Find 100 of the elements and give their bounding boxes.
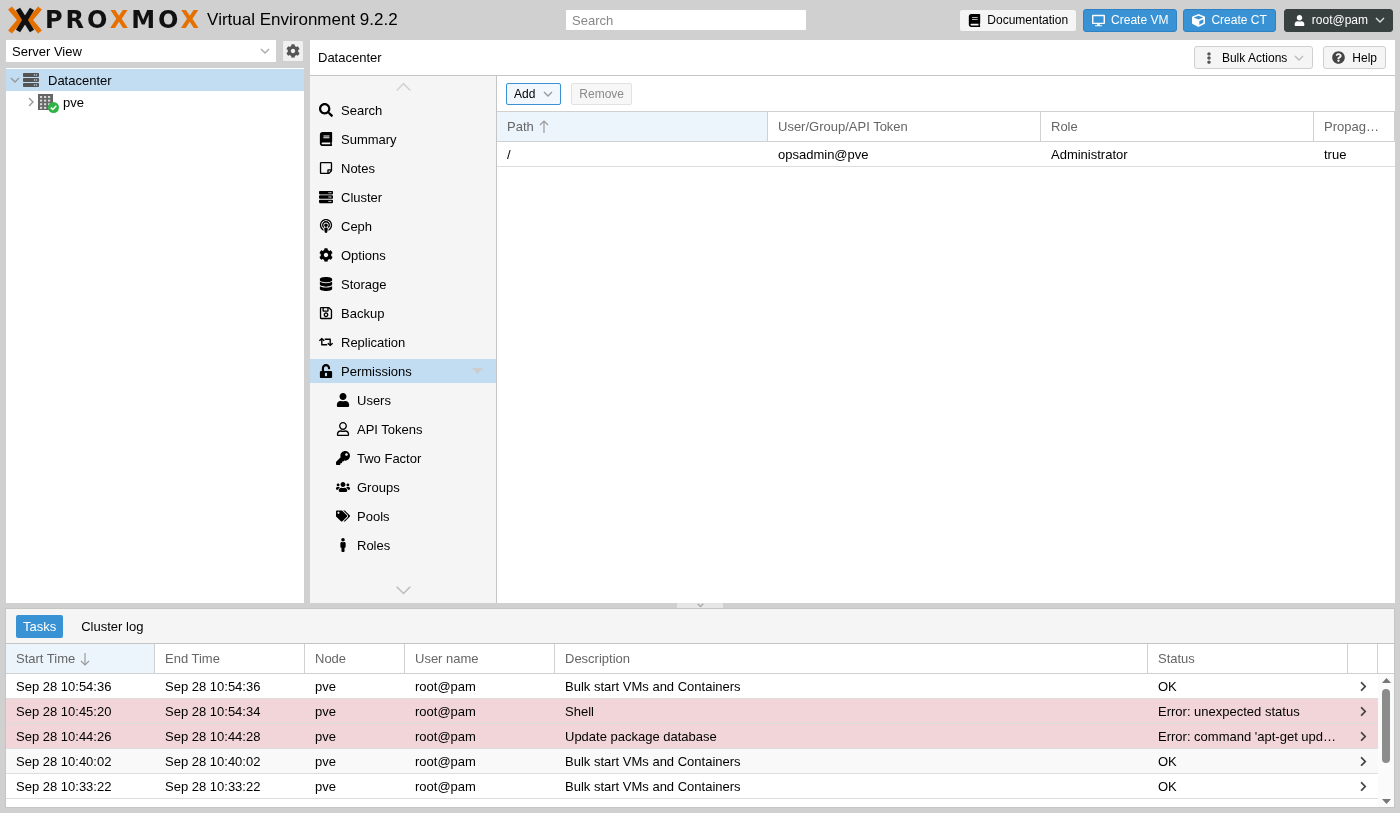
chevron-down-icon: [1294, 54, 1305, 61]
table-cell-text: Sep 28 10:40:02: [15, 752, 113, 771]
table-cell-text: OK: [1157, 677, 1178, 696]
table-cell-text: root@pam: [414, 727, 477, 746]
table-cell-text: Bulk start VMs and Containers: [564, 752, 742, 771]
help-button[interactable]: Help: [1323, 46, 1386, 69]
tree-item[interactable]: pve: [6, 91, 304, 113]
tags-icon: [336, 509, 350, 523]
caret-right-icon[interactable]: [28, 97, 34, 107]
table-cell-text: Error: command 'apt-get upd…: [1157, 727, 1338, 746]
view-select[interactable]: Server View: [6, 40, 276, 62]
nav-item[interactable]: Options: [310, 243, 496, 267]
table-cell-text: OK: [1157, 777, 1178, 796]
chevron-down-icon: [260, 48, 270, 54]
nav-item[interactable]: Permissions: [310, 359, 496, 383]
nav-item[interactable]: Two Factor: [310, 446, 496, 470]
table-cell-text: Update package database: [564, 727, 718, 746]
logo-wordmark: PROX MOX: [45, 8, 203, 32]
user-icon: [1293, 14, 1305, 26]
table-cell-text: Sep 28 10:44:28: [164, 727, 262, 746]
scroll-down-icon[interactable]: [1381, 799, 1391, 804]
search-field[interactable]: Search: [565, 9, 807, 31]
table-cell-text: pve: [314, 677, 337, 696]
logo-x-icon: [8, 6, 42, 34]
table-cell-text: Sep 28 10:44:26: [15, 727, 113, 746]
nav-item[interactable]: Replication: [310, 330, 496, 354]
sort-ascending-icon: [538, 119, 549, 134]
user-icon: [336, 393, 350, 407]
chevron-down-icon: [1375, 17, 1385, 23]
note-icon: [319, 161, 333, 175]
book-icon: [319, 132, 333, 146]
panel-title: Datacenter: [318, 50, 383, 65]
table-cell-text: root@pam: [414, 752, 477, 771]
table-cell-text: OK: [1157, 752, 1178, 771]
nav-item[interactable]: API Tokens: [310, 417, 496, 441]
table-cell-text: pve: [314, 777, 337, 796]
table-cell-text: Sep 28 10:33:22: [15, 777, 113, 796]
table-cell-text: Shell: [564, 702, 595, 721]
chevron-down-icon: [543, 90, 554, 97]
nav-item[interactable]: Roles: [310, 533, 496, 557]
table-cell-text: Error: unexpected status: [1157, 702, 1301, 721]
bulk-actions-button[interactable]: Bulk Actions: [1193, 46, 1314, 69]
scrollbar-thumb[interactable]: [1382, 689, 1390, 763]
table-cell-text: /: [506, 145, 512, 164]
settings-button[interactable]: [282, 40, 304, 62]
table-cell-text: Administrator: [1050, 145, 1129, 164]
gear-icon: [319, 248, 333, 262]
table-cell-text: Sep 28 10:40:02: [164, 752, 262, 771]
collapse-handle[interactable]: [677, 603, 723, 608]
server-icon: [319, 190, 333, 204]
table-cell-text: Bulk start VMs and Containers: [564, 677, 742, 696]
nav-item[interactable]: Ceph: [310, 214, 496, 238]
server-stack-icon: [23, 72, 39, 88]
table-cell-text: opsadmin@pve: [777, 145, 870, 164]
product-title: Virtual Environment 9.2.2: [207, 10, 398, 30]
table-cell-text: Sep 28 10:54:36: [15, 677, 113, 696]
help-icon: [1332, 51, 1346, 64]
book-icon: [968, 13, 982, 27]
search-icon: [319, 103, 333, 117]
user-menu-button[interactable]: root@pam: [1283, 8, 1393, 32]
tree-item[interactable]: Datacenter: [6, 69, 304, 91]
broadcast-icon: [319, 219, 333, 233]
cube-icon: [1192, 13, 1206, 27]
table-cell-text: pve: [314, 752, 337, 771]
key-icon: [336, 451, 350, 465]
tab[interactable]: Cluster log: [73, 614, 152, 638]
nav-item[interactable]: Search: [310, 98, 496, 122]
scrollbar[interactable]: [1378, 674, 1394, 807]
add-menu-button[interactable]: Add: [506, 82, 562, 105]
table-row[interactable]: Sep 28 10:44:26 Sep 28 10:44:28 pve root@pam Update package database Error: command 'apt-get upd…: [6, 724, 1378, 749]
column-header[interactable]: Path: [497, 112, 768, 141]
table-cell-text: Sep 28 10:54:34: [164, 702, 262, 721]
nav-item[interactable]: Pools: [310, 504, 496, 528]
unlocked-padlock-icon: [319, 364, 333, 378]
table-cell-text: Sep 28 10:54:36: [164, 677, 262, 696]
swap-arrows-icon: [319, 335, 333, 349]
users-icon: [336, 480, 350, 494]
table-row[interactable]: Sep 28 10:40:02 Sep 28 10:40:02 pve root@pam Bulk start VMs and Containers OK: [6, 749, 1378, 774]
scroll-up-icon[interactable]: [1381, 678, 1391, 683]
table-cell-text: root@pam: [414, 677, 477, 696]
gear-icon: [286, 44, 300, 58]
table-cell-text: pve: [314, 727, 337, 746]
nav-item[interactable]: Users: [310, 388, 496, 412]
column-header[interactable]: Start Time: [6, 644, 155, 673]
nav-item[interactable]: Summary: [310, 127, 496, 151]
table-cell-text: Sep 28 10:45:20: [15, 702, 113, 721]
table-cell-text: root@pam: [414, 702, 477, 721]
nav-item[interactable]: Storage: [310, 272, 496, 296]
database-icon: [319, 277, 333, 291]
documentation-button[interactable]: Documentation: [959, 8, 1078, 32]
table-cell-text: Bulk start VMs and Containers: [564, 777, 742, 796]
table-cell-text: Sep 28 10:33:22: [164, 777, 262, 796]
table-cell-text: true: [1323, 145, 1348, 164]
chevron-down-icon: [696, 603, 704, 608]
user-outline-icon: [336, 422, 350, 436]
nav-item[interactable]: Backup: [310, 301, 496, 325]
nav-item[interactable]: Cluster: [310, 185, 496, 209]
table-row[interactable]: Sep 28 10:45:20 Sep 28 10:54:34 pve root@pam Shell Error: unexpected status: [6, 699, 1378, 724]
nav-item[interactable]: Groups: [310, 475, 496, 499]
nav-item[interactable]: Notes: [310, 156, 496, 180]
